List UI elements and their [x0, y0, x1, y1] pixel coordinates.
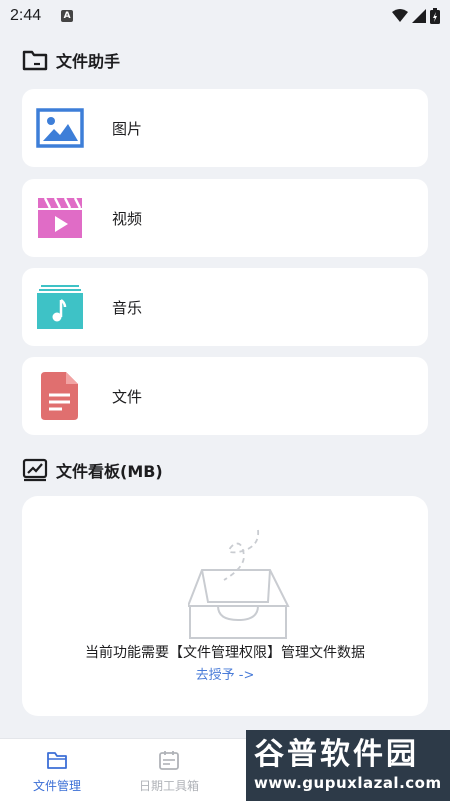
folder-icon	[22, 50, 48, 71]
document-icon	[36, 372, 84, 420]
file-helper-title: 文件助手	[56, 52, 121, 71]
file-helper-header: 文件助手	[22, 48, 120, 72]
videos-card[interactable]: 视频	[22, 179, 428, 257]
notification-a-icon: A	[61, 10, 74, 22]
wifi-icon	[392, 9, 408, 22]
watermark-url: www.gupuxlazal.com	[254, 774, 442, 792]
videos-label: 视频	[112, 209, 143, 228]
empty-box-icon	[188, 529, 290, 639]
video-icon	[36, 194, 84, 242]
signal-icon	[412, 9, 426, 23]
music-card[interactable]: 音乐	[22, 268, 428, 346]
documents-card[interactable]: 文件	[22, 357, 428, 435]
documents-label: 文件	[112, 387, 143, 406]
grant-permission-link[interactable]: 去授予 ->	[22, 664, 428, 683]
music-label: 音乐	[112, 298, 143, 317]
empty-state-message: 当前功能需要【文件管理权限】管理文件数据	[85, 645, 365, 661]
status-time: 2:44	[10, 7, 42, 24]
chart-board-icon	[22, 458, 48, 482]
nav-tab-date-toolbox[interactable]: 日期工具箱	[114, 749, 224, 794]
nav-label: 日期工具箱	[138, 779, 199, 793]
battery-icon	[430, 8, 440, 24]
images-card[interactable]: 图片	[22, 89, 428, 167]
watermark-title: 谷普软件园	[254, 737, 419, 772]
file-board-header: 文件看板(MB)	[22, 458, 163, 482]
nav-tab-file-management[interactable]: 文件管理	[2, 749, 112, 794]
calendar-icon	[159, 751, 179, 770]
image-icon	[36, 104, 84, 152]
status-indicators	[392, 8, 440, 24]
folder-icon	[47, 752, 67, 769]
images-label: 图片	[112, 119, 143, 138]
watermark-banner: 谷普软件园 www.gupuxlazal.com	[246, 730, 450, 801]
status-bar: 2:44 A	[0, 0, 450, 32]
file-board-title: 文件看板(MB)	[56, 462, 163, 481]
music-icon	[36, 283, 84, 331]
file-board-card: 当前功能需要【文件管理权限】管理文件数据 去授予 ->	[22, 496, 428, 716]
nav-label: 文件管理	[32, 779, 81, 793]
